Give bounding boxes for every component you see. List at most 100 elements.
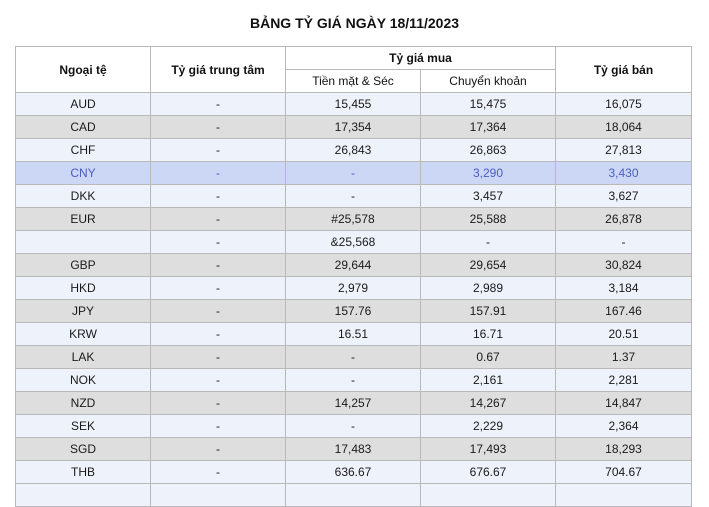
cell-currency: KRW — [15, 322, 151, 346]
cell-sell-rate: 704.67 — [555, 460, 692, 484]
cell-central-rate: - — [150, 161, 286, 185]
cell-buy-cash: 17,483 — [285, 437, 421, 461]
cell-buy-transfer: 3,457 — [420, 184, 556, 208]
header-buy-rate: Tỷ giá mua — [285, 46, 556, 70]
cell-sell-rate: 27,813 — [555, 138, 692, 162]
cell-buy-cash: 17,354 — [285, 115, 421, 139]
table-body: AUD -15,455 15,475 16,075 CAD -17,354 17,364 18… — [15, 92, 692, 507]
table-row-partial — [15, 483, 692, 507]
cell-empty — [285, 483, 421, 507]
cell-sell-rate: 14,847 — [555, 391, 692, 415]
table-header: Ngoại tệ Tỷ giá trung tâm Tỷ giá mua Tỷ … — [15, 46, 692, 93]
cell-central-rate: - — [150, 115, 286, 139]
cell-buy-cash: - — [285, 368, 421, 392]
cell-buy-transfer: 0.67 — [420, 345, 556, 369]
cell-buy-transfer: 15,475 — [420, 92, 556, 116]
cell-sell-rate: 18,293 — [555, 437, 692, 461]
cell-buy-cash: 157.76 — [285, 299, 421, 323]
cell-central-rate: - — [150, 299, 286, 323]
cell-buy-cash: 14,257 — [285, 391, 421, 415]
cell-central-rate: - — [150, 345, 286, 369]
cell-currency: SEK — [15, 414, 151, 438]
cell-buy-cash: 636.67 — [285, 460, 421, 484]
table-row: THB -636.67 676.67 704.67 — [15, 460, 692, 484]
cell-buy-cash: &25,568 — [285, 230, 421, 254]
table-row: SGD -17,483 17,493 18,293 — [15, 437, 692, 461]
table-row: SEK - -2,229 2,364 — [15, 414, 692, 438]
cell-central-rate: - — [150, 414, 286, 438]
table-row: - &25,568- - — [15, 230, 692, 254]
table-row: DKK - -3,457 3,627 — [15, 184, 692, 208]
cell-currency: EUR — [15, 207, 151, 231]
cell-sell-rate: 2,364 — [555, 414, 692, 438]
cell-sell-rate: 20.51 — [555, 322, 692, 346]
cell-currency: LAK — [15, 345, 151, 369]
cell-buy-cash: 15,455 — [285, 92, 421, 116]
cell-buy-cash: 16.51 — [285, 322, 421, 346]
cell-currency: CHF — [15, 138, 151, 162]
cell-buy-transfer: 2,989 — [420, 276, 556, 300]
header-buy-cash: Tiền mặt & Séc — [285, 69, 421, 93]
cell-currency: HKD — [15, 276, 151, 300]
table-row: CHF -26,843 26,863 27,813 — [15, 138, 692, 162]
cell-buy-transfer: 157.91 — [420, 299, 556, 323]
cell-currency: THB — [15, 460, 151, 484]
cell-buy-transfer: 16.71 — [420, 322, 556, 346]
table-row: AUD -15,455 15,475 16,075 — [15, 92, 692, 116]
cell-central-rate: - — [150, 138, 286, 162]
cell-central-rate: - — [150, 391, 286, 415]
cell-sell-rate: 1.37 — [555, 345, 692, 369]
cell-buy-transfer: 17,364 — [420, 115, 556, 139]
cell-buy-transfer: 26,863 — [420, 138, 556, 162]
cell-buy-cash: #25,578 — [285, 207, 421, 231]
cell-buy-cash: - — [285, 161, 421, 185]
cell-buy-cash: 26,843 — [285, 138, 421, 162]
cell-sell-rate: - — [555, 230, 692, 254]
cell-currency: GBP — [15, 253, 151, 277]
table-row: JPY -157.76 157.91 167.46 — [15, 299, 692, 323]
table-row: GBP -29,644 29,654 30,824 — [15, 253, 692, 277]
cell-buy-transfer: 2,229 — [420, 414, 556, 438]
table-row: CNY - -3,290 3,430 — [15, 161, 692, 185]
cell-central-rate: - — [150, 253, 286, 277]
cell-sell-rate: 2,281 — [555, 368, 692, 392]
exchange-rate-table: Ngoại tệ Tỷ giá trung tâm Tỷ giá mua Tỷ … — [15, 46, 692, 507]
cell-central-rate: - — [150, 92, 286, 116]
cell-sell-rate: 3,430 — [555, 161, 692, 185]
cell-sell-rate: 26,878 — [555, 207, 692, 231]
cell-currency: JPY — [15, 299, 151, 323]
header-currency: Ngoại tệ — [15, 46, 151, 93]
cell-buy-transfer: 3,290 — [420, 161, 556, 185]
cell-sell-rate: 30,824 — [555, 253, 692, 277]
cell-empty — [150, 483, 286, 507]
header-sell-rate: Tỷ giá bán — [555, 46, 692, 93]
cell-buy-cash: - — [285, 184, 421, 208]
cell-currency — [15, 230, 151, 254]
cell-buy-transfer: 2,161 — [420, 368, 556, 392]
cell-sell-rate: 3,627 — [555, 184, 692, 208]
cell-central-rate: - — [150, 322, 286, 346]
cell-buy-cash: 2,979 — [285, 276, 421, 300]
table-row: HKD -2,979 2,989 3,184 — [15, 276, 692, 300]
cell-currency: CAD — [15, 115, 151, 139]
cell-buy-cash: - — [285, 414, 421, 438]
cell-central-rate: - — [150, 207, 286, 231]
cell-central-rate: - — [150, 368, 286, 392]
cell-sell-rate: 16,075 — [555, 92, 692, 116]
cell-empty — [420, 483, 556, 507]
cell-empty — [15, 483, 151, 507]
header-buy-transfer: Chuyển khoản — [420, 69, 556, 93]
cell-buy-transfer: 17,493 — [420, 437, 556, 461]
cell-buy-cash: - — [285, 345, 421, 369]
table-row: NOK - -2,161 2,281 — [15, 368, 692, 392]
cell-currency: SGD — [15, 437, 151, 461]
cell-central-rate: - — [150, 184, 286, 208]
cell-currency: NZD — [15, 391, 151, 415]
table-row: LAK - -0.67 1.37 — [15, 345, 692, 369]
cell-empty — [555, 483, 692, 507]
cell-buy-transfer: - — [420, 230, 556, 254]
cell-buy-cash: 29,644 — [285, 253, 421, 277]
table-row: NZD -14,257 14,267 14,847 — [15, 391, 692, 415]
cell-buy-transfer: 29,654 — [420, 253, 556, 277]
cell-currency: CNY — [15, 161, 151, 185]
